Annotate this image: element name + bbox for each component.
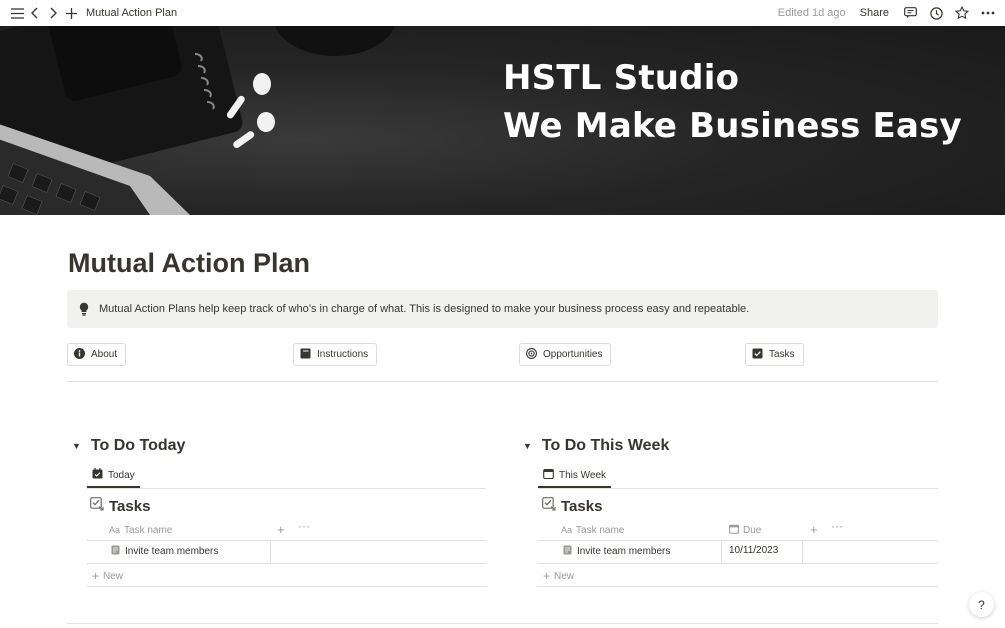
callout-block[interactable]: Mutual Action Plans help keep track of w… [67,290,938,328]
database-title-today[interactable]: Tasks [90,497,150,515]
toggle-triangle-icon[interactable]: ▼ [72,441,81,451]
tasks-button[interactable]: Tasks [745,343,804,366]
cover-image: HSTL Studio We Make Business Easy [0,26,1005,215]
info-icon [74,347,85,362]
due-date-cell[interactable]: 10/11/2023 [729,545,778,556]
page-icon [563,545,572,558]
plus-icon: + [92,569,100,583]
more-options-icon[interactable]: ··· [298,519,310,533]
top-bar: Mutual Action Plan Edited 1d ago Share [0,0,1005,26]
cell-divider [721,541,722,564]
divider-top [67,381,938,382]
star-icon[interactable] [953,4,971,22]
column-header-due-label: Due [743,524,762,536]
page-title[interactable]: Mutual Action Plan [68,248,310,279]
book-icon [300,348,311,362]
section-title-today: To Do Today [90,437,186,454]
cell-divider [802,541,803,564]
lightbulb-icon [79,302,89,316]
text-property-icon: Aa [561,525,573,535]
history-clock-icon[interactable] [927,4,945,22]
new-row-button-week[interactable]: + New [543,569,574,583]
view-tab-today-label: Today [108,469,135,481]
opportunities-button[interactable]: Opportunities [519,343,612,366]
cover-headline: HSTL Studio We Make Business Easy [503,54,962,150]
column-header-task-name-today-label: Task name [124,524,173,536]
opportunities-button-label: Opportunities [543,349,603,360]
calendar-icon [543,468,554,482]
calendar-icon [729,524,739,537]
row-divider [87,540,486,541]
tab-underline-today [87,488,486,489]
table-row[interactable]: Invite team members [563,545,670,558]
instructions-button-label: Instructions [317,349,369,360]
about-button-label: About [91,349,118,360]
tasks-button-label: Tasks [769,349,795,360]
more-options-icon[interactable] [979,4,997,22]
view-tab-this-week-label: This Week [559,469,607,481]
row-divider [538,540,938,541]
table-row[interactable]: Invite team members [111,545,218,558]
task-name-cell: Invite team members [125,546,219,557]
instructions-button[interactable]: Instructions [293,343,378,366]
target-icon [526,347,537,362]
menu-icon[interactable] [8,4,26,22]
row-divider [87,586,486,587]
text-property-icon: Aa [109,525,121,535]
due-date-value: 10/11/2023 [729,545,779,556]
section-toggle-week[interactable]: ▼ To Do This Week [523,437,669,455]
column-header-task-name-week[interactable]: Aa Task name [561,521,624,539]
calendar-check-icon [92,468,103,482]
section-title-week: To Do This Week [541,437,670,454]
task-name-cell: Invite team members [577,546,671,557]
forward-arrow-icon[interactable] [44,4,62,22]
row-divider [538,586,938,587]
callout-text: Mutual Action Plans help keep track of w… [99,303,750,315]
divider-bottom [67,623,938,624]
page-icon [111,545,120,558]
column-header-task-name-today[interactable]: Aa Task name [109,521,172,539]
back-arrow-icon[interactable] [26,4,44,22]
new-row-label: New [554,570,575,582]
plus-icon[interactable] [62,4,80,22]
breadcrumb-page-title[interactable]: Mutual Action Plan [86,7,177,19]
column-header-task-name-week-label: Task name [576,524,625,536]
task-checklist-icon [542,497,557,515]
about-button[interactable]: About [67,343,127,366]
database-title-today-text: Tasks [109,497,151,515]
edited-timestamp: Edited 1d ago [777,7,846,19]
plus-icon: + [543,569,551,583]
database-title-week[interactable]: Tasks [542,497,602,515]
more-options-icon[interactable]: ··· [831,519,843,533]
help-button[interactable]: ? [969,592,994,617]
cell-divider [270,541,271,564]
add-property-icon[interactable]: + [810,522,818,537]
cover-headline-line1: HSTL Studio [503,58,740,98]
task-checklist-icon [90,497,105,515]
database-title-week-text: Tasks [561,497,603,515]
new-row-button-today[interactable]: + New [92,569,123,583]
add-property-icon[interactable]: + [277,522,285,537]
checkbox-icon [752,348,763,362]
section-toggle-today[interactable]: ▼ To Do Today [72,437,185,455]
view-tab-today[interactable]: Today [87,464,140,488]
share-button[interactable]: Share [860,7,889,19]
tab-underline-week [538,488,938,489]
view-tab-this-week[interactable]: This Week [538,464,612,488]
toggle-triangle-icon[interactable]: ▼ [523,441,532,451]
row-divider [538,563,938,564]
column-header-due[interactable]: Due [729,521,761,539]
comment-icon[interactable] [901,4,919,22]
new-row-label: New [103,570,124,582]
row-divider [87,563,486,564]
cover-headline-line2: We Make Business Easy [503,106,962,146]
